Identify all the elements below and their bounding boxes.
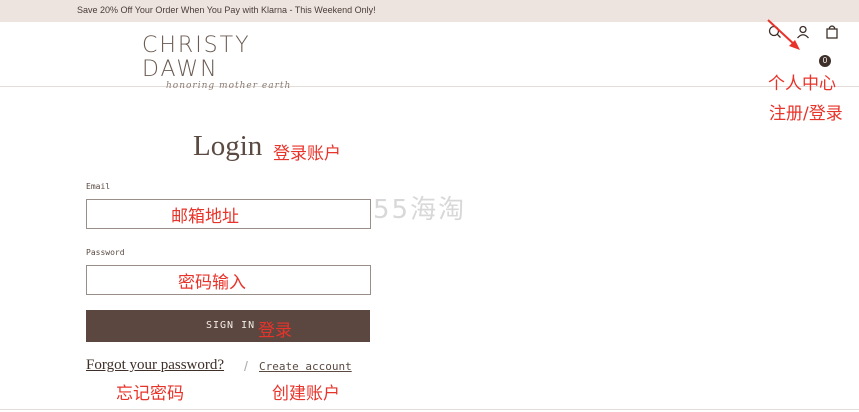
annotation-account: 个人中心	[768, 74, 836, 94]
sign-in-label: SIGN IN	[206, 320, 256, 331]
promo-bar: Save 20% Off Your Order When You Pay wit…	[0, 0, 859, 22]
cart-count-badge: 0	[819, 55, 831, 67]
logo-tagline: honoring mother earth	[166, 81, 292, 91]
footer-divider	[0, 409, 859, 410]
annotation-arrow	[767, 19, 800, 50]
create-account-link[interactable]: Create account	[259, 360, 352, 373]
page-title: Login	[193, 130, 263, 162]
annotation-forgot-password: 忘记密码	[116, 384, 184, 404]
email-label: Email	[86, 182, 111, 191]
annotation-email: 邮箱地址	[171, 207, 239, 227]
bag-icon[interactable]	[824, 24, 840, 40]
annotation-create-account: 创建账户	[272, 384, 340, 404]
watermark: 55海淘	[373, 195, 467, 225]
site-header: CHRISTY DAWN honoring mother earth	[0, 22, 859, 91]
logo-name: CHRISTY DAWN	[142, 33, 251, 82]
logo[interactable]: CHRISTY DAWN honoring mother earth	[142, 33, 317, 92]
forgot-password-link[interactable]: Forgot your password?	[86, 357, 224, 374]
password-label: Password	[86, 248, 125, 257]
promo-text: Save 20% Off Your Order When You Pay wit…	[77, 5, 376, 15]
annotation-sign-in: 登录	[258, 321, 292, 341]
annotation-login-account: 登录账户	[273, 144, 341, 164]
link-separator: /	[244, 358, 248, 374]
annotation-password: 密码输入	[178, 273, 246, 293]
annotation-register-login: 注册/登录	[769, 104, 843, 124]
sign-in-button[interactable]: SIGN IN	[86, 310, 370, 342]
